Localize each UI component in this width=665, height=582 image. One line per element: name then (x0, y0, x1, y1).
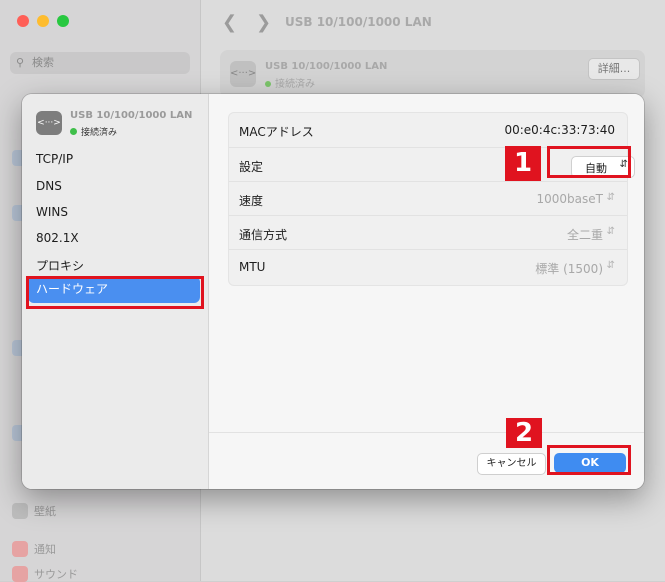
mtu-label: MTU (239, 260, 266, 274)
configure-label: 設定 (239, 160, 264, 174)
sidebar-item-8021x[interactable]: 802.1X (36, 231, 79, 245)
table-row: MACアドレス 00:e0:4c:33:73:40 (229, 113, 627, 147)
interface-name: USB 10/100/1000 LAN (265, 61, 388, 72)
search-placeholder: 検索 (32, 56, 54, 69)
mac-address-value: 00:e0:4c:33:73:40 (504, 123, 615, 137)
interface-status-label: 接続済み (275, 79, 315, 90)
notifications-icon (12, 541, 28, 557)
mac-address-label: MACアドレス (239, 125, 314, 139)
interface-status: 接続済み (70, 125, 117, 138)
wallpaper-icon (12, 503, 28, 519)
sidebar-item-label: 壁紙 (34, 505, 56, 518)
details-button[interactable]: 詳細... (588, 58, 640, 80)
highlight-box-configure (547, 146, 631, 178)
table-row: 通信方式 全二重 ⇵ (229, 215, 627, 250)
interface-status-label: 接続済み (81, 128, 118, 138)
table-row: 速度 1000baseT ⇵ (229, 181, 627, 216)
sidebar-item-label: 通知 (34, 543, 56, 556)
window-title: USB 10/100/1000 LAN (285, 15, 432, 29)
chevron-updown-icon: ⇵ (606, 226, 615, 237)
duplex-label: 通信方式 (239, 228, 288, 242)
chevron-updown-icon: ⇵ (606, 192, 615, 203)
sidebar-item-dns[interactable]: DNS (36, 179, 62, 193)
status-dot-icon (70, 128, 77, 135)
speed-label: 速度 (239, 194, 264, 208)
table-row: MTU 標準 (1500) ⇵ (229, 249, 627, 284)
ethernet-icon: <···> (230, 61, 256, 87)
speed-value: 1000baseT (536, 192, 603, 206)
step-2-badge: 2 (506, 418, 542, 448)
search-icon: ⚲ (16, 56, 25, 69)
interface-status: 接続済み (265, 75, 315, 90)
interface-card (220, 50, 645, 98)
chevron-updown-icon: ⇵ (606, 260, 615, 271)
status-dot-icon (265, 81, 271, 87)
sidebar-item-sound[interactable]: サウンド (12, 566, 78, 582)
sidebar-item-label: サウンド (34, 568, 78, 581)
highlight-box-hardware (26, 276, 204, 309)
sound-icon (12, 566, 28, 582)
sidebar-item-tcpip[interactable]: TCP/IP (36, 152, 73, 166)
close-window-button[interactable] (17, 15, 29, 27)
ethernet-icon: <···> (36, 111, 62, 135)
cancel-button[interactable]: キャンセル (477, 453, 546, 475)
minimize-window-button[interactable] (37, 15, 49, 27)
sidebar-item-notifications[interactable]: 通知 (12, 541, 56, 557)
hardware-settings-table: MACアドレス 00:e0:4c:33:73:40 設定 自動 ⇵ 速度 100… (228, 112, 635, 286)
sidebar-item-wallpaper[interactable]: 壁紙 (12, 503, 56, 519)
back-icon[interactable]: ❮ (222, 12, 237, 33)
duplex-value: 全二重 (566, 228, 603, 242)
dialog-content: MACアドレス 00:e0:4c:33:73:40 設定 自動 ⇵ 速度 100… (209, 94, 644, 432)
mtu-value: 標準 (1500) (535, 262, 603, 276)
step-1-badge: 1 (505, 146, 541, 181)
zoom-window-button[interactable] (57, 15, 69, 27)
forward-icon[interactable]: ❯ (256, 12, 271, 33)
sidebar-item-proxy[interactable]: プロキシ (36, 257, 84, 274)
interface-name: USB 10/100/1000 LAN (70, 110, 193, 121)
sidebar-item-wins[interactable]: WINS (36, 205, 68, 219)
search-input[interactable]: ⚲ 検索 (10, 52, 190, 74)
highlight-box-ok (547, 445, 631, 475)
